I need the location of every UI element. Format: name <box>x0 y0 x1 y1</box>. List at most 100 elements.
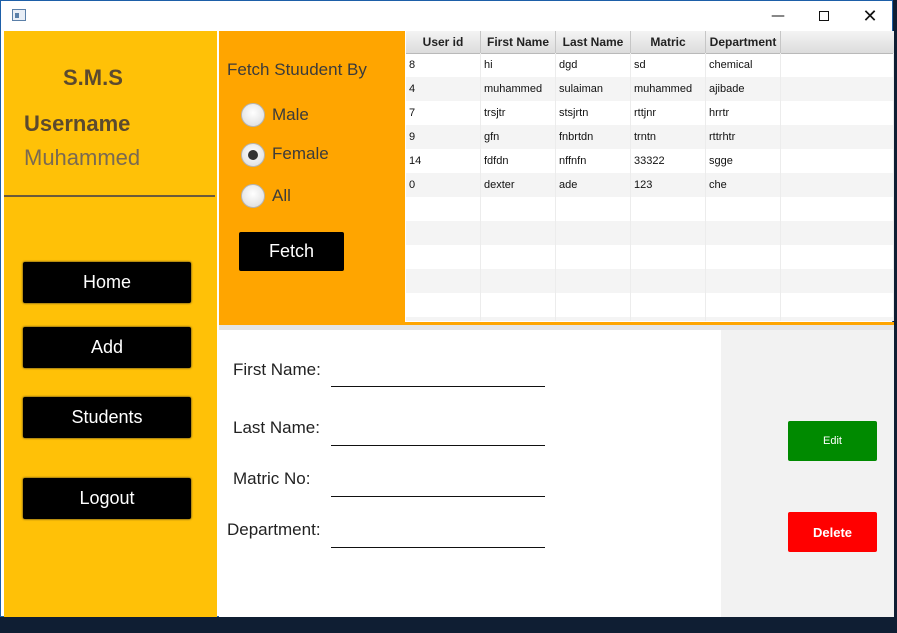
table-cell <box>556 221 631 245</box>
students-button[interactable]: Students <box>23 397 191 438</box>
table-cell <box>481 197 556 221</box>
table-cell: sgge <box>706 149 781 173</box>
table-cell: 4 <box>406 77 481 101</box>
last-name-field[interactable] <box>331 445 545 446</box>
column-header-matric[interactable]: Matric <box>631 31 706 53</box>
table-cell <box>556 293 631 317</box>
add-button[interactable]: Add <box>23 327 191 368</box>
table-cell <box>781 149 894 173</box>
column-header-last-name[interactable]: Last Name <box>556 31 631 53</box>
table-cell: rttjnr <box>631 101 706 125</box>
table-cell <box>556 197 631 221</box>
table-row[interactable]: 9 gfn fnbrtdn trntn rttrhtr <box>406 125 894 149</box>
table-cell <box>631 269 706 293</box>
table-cell: nffnfn <box>556 149 631 173</box>
table-cell <box>406 269 481 293</box>
table-row[interactable]: 8 hi dgd sd chemical <box>406 53 894 77</box>
all-radio[interactable] <box>241 184 265 208</box>
table-cell <box>706 197 781 221</box>
matric-label: Matric No: <box>233 469 311 488</box>
table-cell: chemical <box>706 53 781 77</box>
sidebar: S.M.S Username Muhammed Home Add Student… <box>4 31 217 617</box>
username-value: Muhammed <box>24 145 141 170</box>
table-row[interactable]: 0 dexter ade 123 che <box>406 173 894 197</box>
table-cell: dexter <box>481 173 556 197</box>
table-cell: gfn <box>481 125 556 149</box>
female-radio-label[interactable]: Female <box>272 144 329 164</box>
minimize-button[interactable]: — <box>755 1 801 31</box>
table-cell: ajibade <box>706 77 781 101</box>
table-cell <box>781 77 894 101</box>
table-cell: fnbrtdn <box>556 125 631 149</box>
table-cell <box>781 125 894 149</box>
table-cell: 14 <box>406 149 481 173</box>
table-cell <box>481 293 556 317</box>
table-cell: 7 <box>406 101 481 125</box>
home-button[interactable]: Home <box>23 262 191 303</box>
table-cell <box>481 317 556 321</box>
table-cell: sulaiman <box>556 77 631 101</box>
table-cell: trsjtr <box>481 101 556 125</box>
table-cell: muhammed <box>631 77 706 101</box>
table-row[interactable]: 4 muhammed sulaiman muhammed ajibade <box>406 77 894 101</box>
logout-button[interactable]: Logout <box>23 478 191 519</box>
empty-table-row[interactable] <box>406 197 894 221</box>
edit-button[interactable]: Edit <box>788 421 877 461</box>
table-cell <box>556 317 631 321</box>
minimize-icon: — <box>771 8 785 24</box>
sidebar-divider <box>4 195 215 197</box>
matric-field[interactable] <box>331 496 545 497</box>
table-cell <box>481 245 556 269</box>
all-radio-label[interactable]: All <box>272 186 291 206</box>
delete-button[interactable]: Delete <box>788 512 877 552</box>
female-radio[interactable] <box>241 143 265 167</box>
table-cell: 0 <box>406 173 481 197</box>
table-cell <box>406 293 481 317</box>
table-cell: muhammed <box>481 77 556 101</box>
table-cell <box>706 245 781 269</box>
empty-table-row[interactable] <box>406 221 894 245</box>
table-cell: fdfdn <box>481 149 556 173</box>
table-cell <box>631 317 706 321</box>
fetch-button[interactable]: Fetch <box>239 232 344 271</box>
table-cell <box>406 197 481 221</box>
table-cell: 9 <box>406 125 481 149</box>
column-header-user-id[interactable]: User id <box>406 31 481 53</box>
table-cell <box>781 197 894 221</box>
table-cell <box>706 221 781 245</box>
username-label: Username <box>24 111 131 136</box>
table-cell: sd <box>631 53 706 77</box>
table-cell <box>706 317 781 321</box>
maximize-button[interactable] <box>801 1 847 31</box>
table-cell <box>556 269 631 293</box>
table-cell <box>631 293 706 317</box>
first-name-label: First Name: <box>233 360 321 379</box>
column-header-first-name[interactable]: First Name <box>481 31 556 53</box>
table-cell: stsjrtn <box>556 101 631 125</box>
empty-table-row[interactable] <box>406 317 894 321</box>
column-header-department[interactable]: Department <box>706 31 781 53</box>
table-cell <box>781 53 894 77</box>
empty-table-row[interactable] <box>406 245 894 269</box>
table-cell <box>706 293 781 317</box>
students-table[interactable]: User id First Name Last Name Matric Depa… <box>406 31 894 321</box>
table-cell: dgd <box>556 53 631 77</box>
table-cell <box>781 269 894 293</box>
empty-table-row[interactable] <box>406 269 894 293</box>
male-radio[interactable] <box>241 103 265 127</box>
male-radio-label[interactable]: Male <box>272 105 309 125</box>
table-cell <box>781 293 894 317</box>
close-button[interactable]: ✕ <box>847 1 893 31</box>
department-field[interactable] <box>331 547 545 548</box>
last-name-label: Last Name: <box>233 418 320 437</box>
department-label: Department: <box>227 520 321 539</box>
app-icon <box>12 9 26 21</box>
table-cell <box>781 173 894 197</box>
table-row[interactable]: 7 trsjtr stsjrtn rttjnr hrrtr <box>406 101 894 125</box>
close-icon: ✕ <box>862 5 878 27</box>
empty-table-row[interactable] <box>406 293 894 317</box>
table-cell <box>481 221 556 245</box>
first-name-field[interactable] <box>331 386 545 387</box>
table-row[interactable]: 14 fdfdn nffnfn 33322 sgge <box>406 149 894 173</box>
table-cell: hrrtr <box>706 101 781 125</box>
